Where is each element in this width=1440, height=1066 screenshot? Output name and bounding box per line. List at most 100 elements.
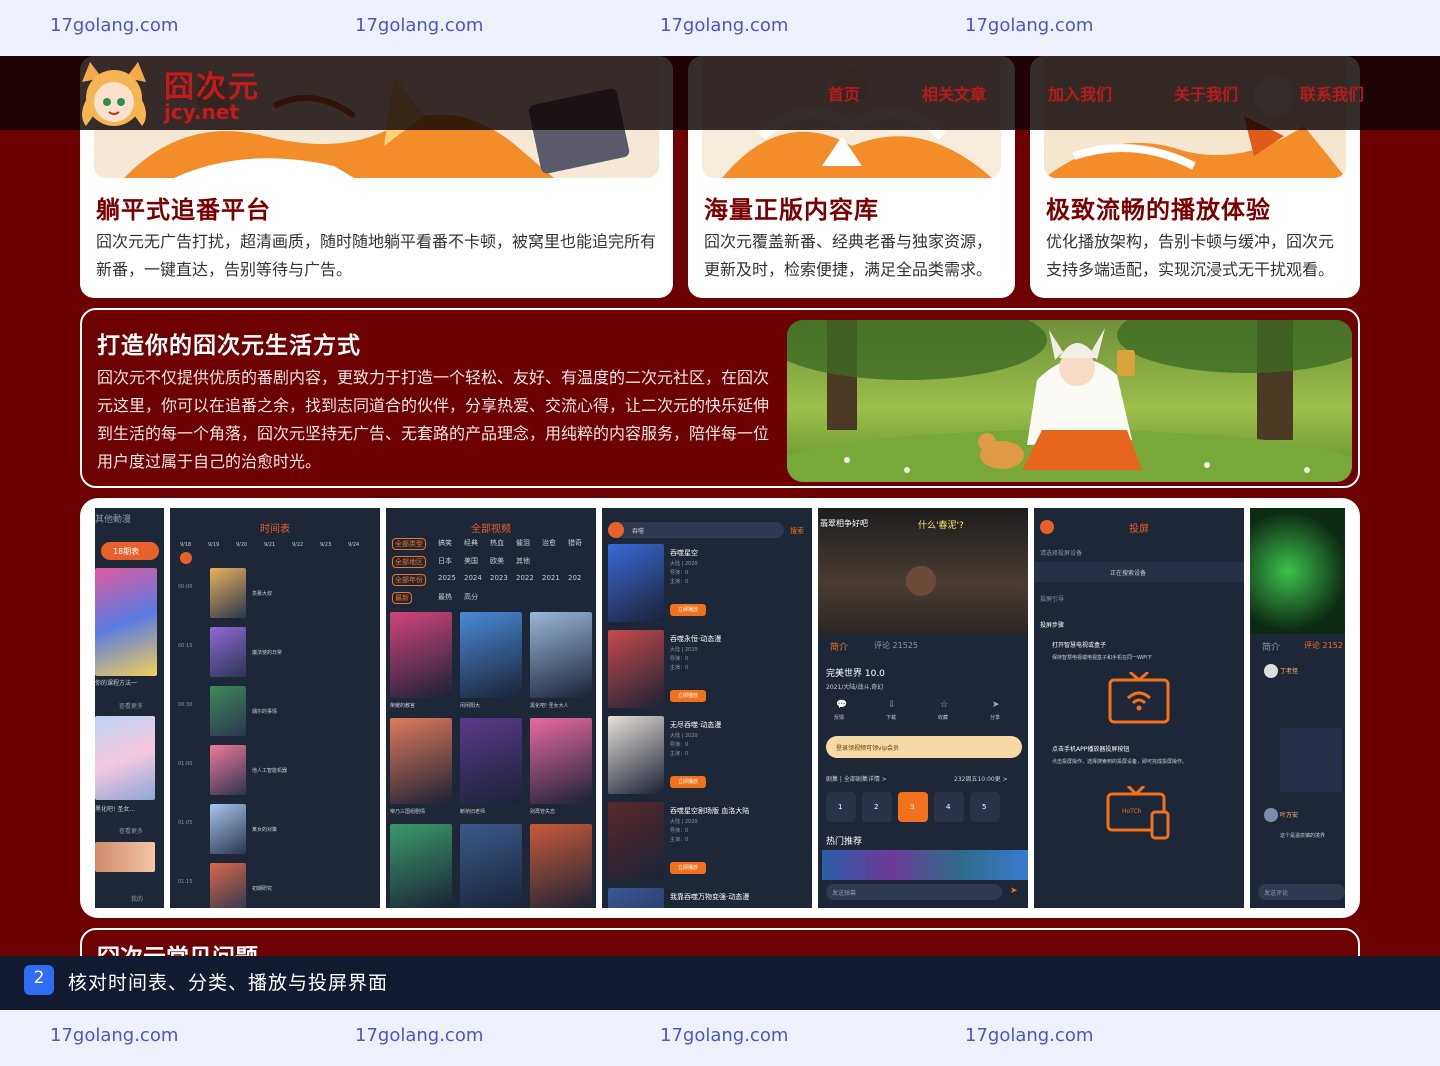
filter-option[interactable]: 搞笑 <box>438 538 452 548</box>
anime-cover[interactable] <box>460 824 522 908</box>
filter-selected[interactable]: 全部年份 <box>392 574 426 586</box>
filter-option[interactable]: 欧美 <box>490 556 504 566</box>
weekday-date[interactable]: 9/23 <box>320 542 331 548</box>
anime-cover[interactable] <box>210 627 246 677</box>
app-screenshot-player: 翡翠相争好吧 什么'春泥'? 简介 评论 21525 完美世界 10.0 202… <box>818 508 1028 908</box>
app-screenshots-gallery[interactable]: 其他動漫 18期表 你的课程方法一 查看更多 黑化吧! 圣女... 查看更多 我… <box>80 498 1360 918</box>
danmaku-input[interactable]: 发送弹幕 <box>826 884 1002 900</box>
anime-cover[interactable] <box>210 686 246 736</box>
page-viewport[interactable]: 躺平式追番平台 囧次元无广告打扰，超清画质，随时随地躺平看番不卡顿，被窝里也能追… <box>0 56 1440 956</box>
anime-cover[interactable] <box>608 630 664 708</box>
weekday-date[interactable]: 9/18 <box>180 542 191 548</box>
search-input[interactable]: 吞噬 <box>608 522 784 538</box>
play-button[interactable]: 立即播放 <box>670 604 706 616</box>
filter-option[interactable]: 2025 <box>438 574 456 582</box>
anime-cover[interactable] <box>390 718 452 804</box>
anime-cover[interactable] <box>608 888 664 908</box>
comment-user: 丁老怪 <box>1280 668 1299 675</box>
comment-input[interactable]: 发送评论 <box>1258 884 1345 900</box>
filter-option[interactable]: 202 <box>568 574 581 582</box>
filter-option[interactable]: 最热 <box>438 592 452 602</box>
episode-list: 1 2 3 4 5 <box>826 792 1028 824</box>
filter-option[interactable]: 热血 <box>490 538 504 548</box>
mascot-logo-icon <box>82 62 146 126</box>
filter-option[interactable]: 2023 <box>490 574 508 582</box>
episode-button[interactable]: 1 <box>826 792 856 822</box>
filter-option[interactable]: 其他 <box>516 556 530 566</box>
action-icon[interactable]: ☆ <box>940 700 948 710</box>
tab-intro[interactable]: 简介 <box>1262 640 1280 653</box>
anime-cover[interactable] <box>608 716 664 794</box>
send-icon[interactable]: ➤ <box>1010 886 1018 896</box>
episode-button[interactable]: 5 <box>970 792 1000 822</box>
filter-option[interactable]: 2024 <box>464 574 482 582</box>
play-button[interactable]: 立即播放 <box>670 690 706 702</box>
filter-selected[interactable]: 全部类型 <box>392 538 426 550</box>
nav-link-articles[interactable]: 相关文章 <box>922 81 986 105</box>
filter-option[interactable]: 高分 <box>464 592 478 602</box>
filter-selected[interactable]: 最新 <box>392 592 412 604</box>
nav-link-home[interactable]: 首页 <box>828 81 860 105</box>
result-title[interactable]: 吞噬星空剧场版 血洛大陆 <box>670 806 749 816</box>
search-button[interactable]: 搜索 <box>790 526 804 536</box>
anime-cover[interactable] <box>608 802 664 880</box>
filter-option[interactable]: 2022 <box>516 574 534 582</box>
tab-comment[interactable]: 评论 21525 <box>874 640 918 651</box>
anime-cover[interactable] <box>460 718 522 804</box>
anime-cover[interactable] <box>608 544 664 622</box>
video-player[interactable]: 翡翠相争好吧 什么'春泥'? <box>818 508 1028 634</box>
filter-option[interactable]: 经典 <box>464 538 478 548</box>
weekday-date[interactable]: 9/22 <box>292 542 303 548</box>
episode-button[interactable]: 3 <box>898 792 928 822</box>
anime-cover[interactable] <box>390 824 452 908</box>
app-screenshot-schedule: 时间表 9/18 9/19 9/20 9/21 9/22 9/23 9/24 00:00 羡慕… <box>170 508 380 908</box>
episode-button[interactable]: 4 <box>934 792 964 822</box>
back-icon[interactable] <box>608 522 624 538</box>
result-title[interactable]: 吞噬永恒·动态漫 <box>670 634 721 644</box>
weekday-date[interactable]: 9/20 <box>236 542 247 548</box>
play-button[interactable]: 立即播放 <box>670 862 706 874</box>
nav-link-join[interactable]: 加入我们 <box>1048 81 1112 105</box>
filter-option[interactable]: 美国 <box>464 556 478 566</box>
result-title[interactable]: 我靠吞噬万物变强·动态漫 <box>670 892 749 902</box>
weekday-date[interactable]: 9/19 <box>208 542 219 548</box>
anime-cover[interactable] <box>460 612 522 698</box>
vip-banner[interactable]: 登录领视频可领vip会员 <box>826 736 1022 758</box>
anime-cover[interactable] <box>390 612 452 698</box>
weekday-date[interactable]: 9/21 <box>264 542 275 548</box>
anime-cover[interactable] <box>210 804 246 854</box>
filter-option[interactable]: 催泪 <box>516 538 530 548</box>
result-title[interactable]: 无尽吞噬·动态漫 <box>670 720 721 730</box>
more-link: 查看更多 <box>119 703 144 710</box>
anime-cover[interactable] <box>210 863 246 908</box>
action-icon[interactable]: 💬 <box>836 700 847 710</box>
action-icon[interactable]: ⇩ <box>888 700 896 710</box>
filter-option[interactable]: 治愈 <box>542 538 556 548</box>
feature-text: 囧次元无广告打扰，超清画质，随时随地躺平看番不卡顿，被窝里也能追完所有新番，一键… <box>96 232 657 279</box>
comment-placeholder: 发送评论 <box>1264 890 1289 897</box>
watermark-text: 17golang.com <box>50 1025 179 1046</box>
weekday-date[interactable]: 9/24 <box>348 542 359 548</box>
anime-cover[interactable] <box>530 612 592 698</box>
anime-cover[interactable] <box>530 718 592 804</box>
video-player[interactable] <box>1250 508 1345 634</box>
episode-button[interactable]: 2 <box>862 792 892 822</box>
nav-link-about[interactable]: 关于我们 <box>1174 81 1238 105</box>
filter-selected[interactable]: 全部地区 <box>392 556 426 568</box>
nav-link-contact[interactable]: 联系我们 <box>1300 81 1364 105</box>
avatar <box>1264 664 1278 678</box>
filter-option[interactable]: 猎奇 <box>568 538 582 548</box>
filter-option[interactable]: 2021 <box>542 574 560 582</box>
anime-cover[interactable] <box>210 745 246 795</box>
action-icon[interactable]: ➤ <box>992 700 1000 710</box>
app-screenshot-search: 吞噬 搜索 吞噬星空 大陆 | 2020 导演：0 主演：0 立即播放 吞噬永恒·动态漫大… <box>602 508 812 908</box>
play-button[interactable]: 立即播放 <box>670 776 706 788</box>
video-title: 完美世界 10.0 <box>826 669 885 679</box>
anime-cover[interactable] <box>530 824 592 908</box>
site-logo[interactable]: 囧次元 jcy.net <box>72 60 292 128</box>
tab-intro[interactable]: 简介 <box>830 640 848 653</box>
tab-comment[interactable]: 评论 2152 <box>1304 640 1343 651</box>
filter-option[interactable]: 日本 <box>438 556 452 566</box>
result-title[interactable]: 吞噬星空 <box>670 548 698 558</box>
anime-cover[interactable] <box>210 568 246 618</box>
